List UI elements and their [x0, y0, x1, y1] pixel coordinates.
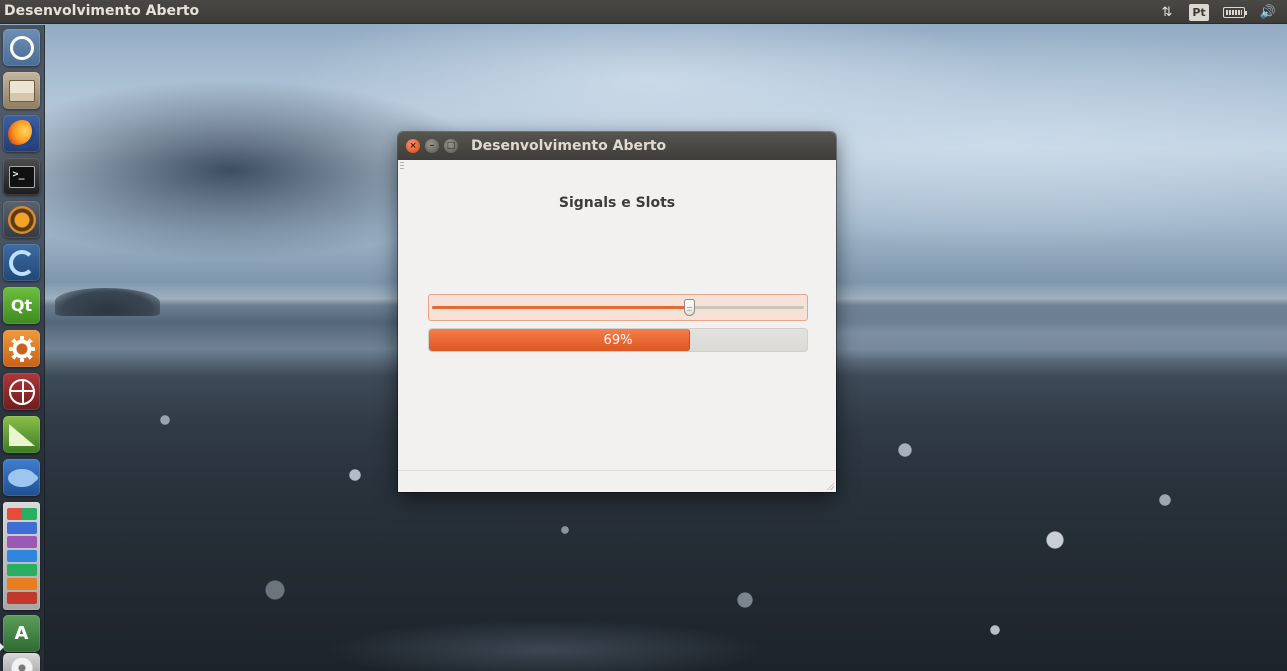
system-settings-icon[interactable]	[3, 330, 40, 367]
wallpaper-surf	[835, 300, 1287, 360]
close-icon[interactable]: ×	[406, 139, 420, 153]
slider-groove	[432, 306, 804, 309]
libreoffice-calc-icon[interactable]	[3, 416, 40, 453]
fish-app-icon[interactable]	[3, 459, 40, 496]
terminal-icon[interactable]: >_	[3, 158, 40, 195]
swirl-app-icon[interactable]	[3, 244, 40, 281]
keyboard-layout-label: Pt	[1189, 3, 1209, 21]
qt-creator-icon[interactable]: Qt	[3, 287, 40, 324]
maximize-icon[interactable]: □	[444, 139, 458, 153]
battery-icon[interactable]	[1220, 2, 1248, 22]
window-title: Desenvolvimento Aberto	[471, 138, 667, 154]
progress-label: 69%	[603, 332, 633, 348]
ubuntu-dash-icon[interactable]	[3, 29, 40, 66]
installer-letter: A	[14, 623, 29, 644]
toolbar-grip-icon	[400, 162, 404, 170]
progress-bar: 69%	[428, 328, 808, 352]
lazarus-ide-icon[interactable]	[3, 201, 40, 238]
window-titlebar[interactable]: × – □ Desenvolvimento Aberto	[398, 132, 836, 160]
status-bar	[398, 470, 836, 492]
stacked-apps-icon[interactable]	[3, 502, 40, 610]
software-installer-icon[interactable]: A	[3, 615, 40, 652]
page-title: Signals e Slots	[558, 195, 676, 211]
web-browser-icon[interactable]	[3, 373, 40, 410]
slider-fill	[432, 306, 689, 309]
keyboard-layout-indicator[interactable]: Pt	[1188, 2, 1210, 22]
files-icon[interactable]	[3, 72, 40, 109]
minimize-icon[interactable]: –	[425, 139, 439, 153]
terminal-prompt-glyph: >_	[8, 165, 35, 188]
firefox-icon[interactable]	[3, 115, 40, 152]
resize-grip-icon[interactable]	[826, 482, 834, 490]
slider-handle[interactable]	[683, 299, 695, 316]
qt-logo-text: Qt	[10, 296, 33, 315]
volume-icon[interactable]: 🔊	[1256, 2, 1280, 22]
app-window: × – □ Desenvolvimento Aberto Signals e S…	[398, 132, 836, 492]
window-content: Signals e Slots 69%	[398, 160, 836, 492]
dvd-drive-icon[interactable]	[3, 653, 40, 671]
wallpaper-rock-island	[55, 288, 160, 316]
network-updown-icon[interactable]: ⇅	[1156, 2, 1178, 22]
launcher: >_ Qt A	[0, 25, 45, 671]
active-app-title: Desenvolvimento Aberto	[4, 3, 200, 19]
launcher-running-pip	[0, 643, 4, 651]
top-panel: Desenvolvimento Aberto ⇅ Pt 🔊	[0, 0, 1287, 24]
value-slider[interactable]	[428, 294, 808, 321]
